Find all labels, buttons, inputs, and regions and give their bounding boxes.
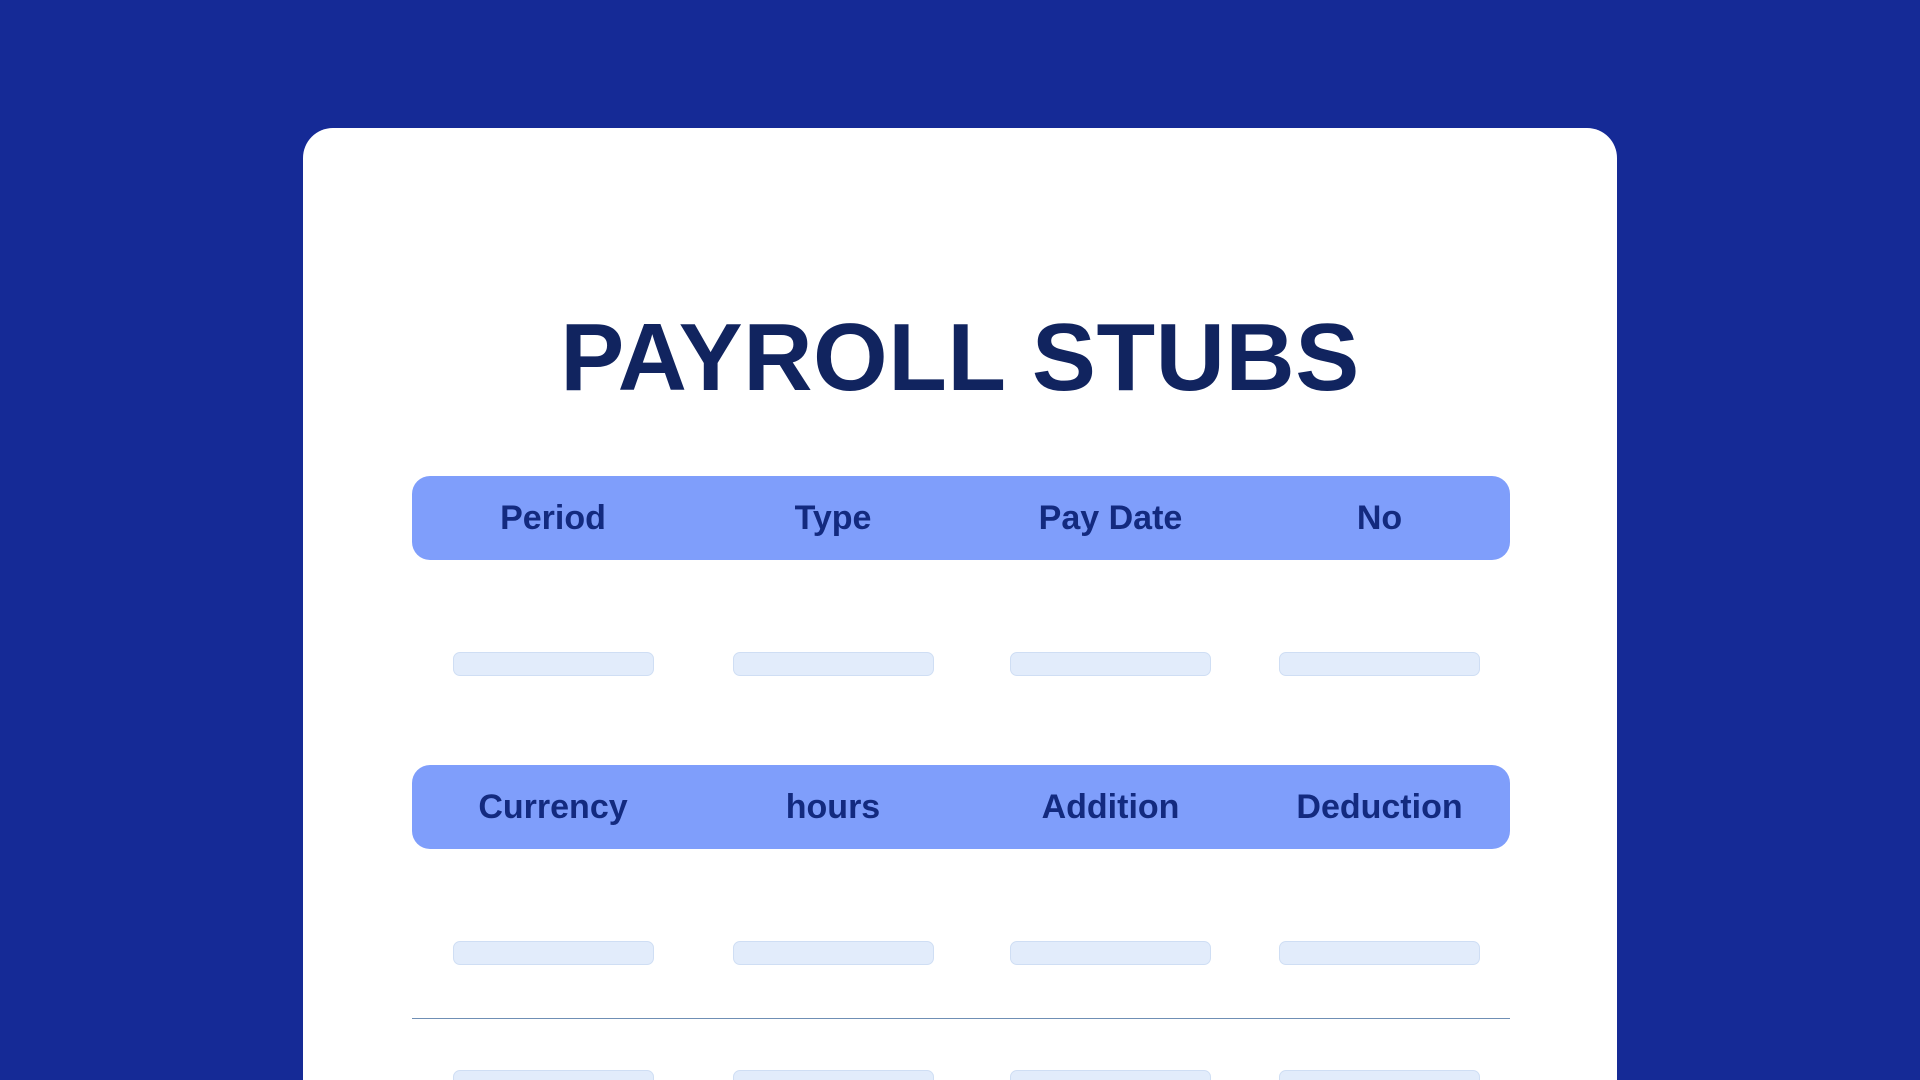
compensation-header-row: Currency hours Addition Deduction bbox=[412, 765, 1510, 849]
currency-field-cell bbox=[412, 941, 694, 965]
currency-input[interactable] bbox=[452, 941, 654, 965]
compensation-input-row bbox=[412, 941, 1510, 971]
payroll-document-card: PAYROLL STUBS Period Type Pay Date No Cu… bbox=[303, 128, 1617, 1080]
column-header-hours: hours bbox=[785, 787, 881, 826]
page-title: PAYROLL STUBS bbox=[560, 304, 1360, 411]
column-header-addition: Addition bbox=[1041, 787, 1180, 826]
continuation-field-cell-1 bbox=[412, 1070, 694, 1080]
continuation-input-4[interactable] bbox=[1279, 1070, 1480, 1080]
column-header-no: No bbox=[1356, 498, 1403, 537]
pay-date-input[interactable] bbox=[1010, 652, 1211, 676]
deduction-field-cell bbox=[1249, 941, 1510, 965]
column-header-currency: Currency bbox=[478, 787, 628, 826]
column-header-period: Period bbox=[500, 498, 606, 537]
hours-input[interactable] bbox=[732, 941, 934, 965]
section-divider bbox=[412, 1018, 1510, 1019]
type-field-cell bbox=[694, 652, 972, 676]
deduction-input[interactable] bbox=[1279, 941, 1480, 965]
continuation-input-3[interactable] bbox=[1010, 1070, 1211, 1080]
period-input[interactable] bbox=[452, 652, 654, 676]
period-field-cell bbox=[412, 652, 694, 676]
payroll-identification-section: Period Type Pay Date No bbox=[412, 476, 1510, 682]
continuation-field-cell-3 bbox=[972, 1070, 1249, 1080]
identification-header-row: Period Type Pay Date No bbox=[412, 476, 1510, 560]
continuation-field-cell-4 bbox=[1249, 1070, 1510, 1080]
continuation-field-cell-2 bbox=[694, 1070, 972, 1080]
identification-input-row bbox=[412, 652, 1510, 682]
column-header-pay-date: Pay Date bbox=[1038, 498, 1183, 537]
no-field-cell bbox=[1249, 652, 1510, 676]
column-header-deduction: Deduction bbox=[1296, 787, 1463, 826]
addition-input[interactable] bbox=[1010, 941, 1211, 965]
continuation-input-2[interactable] bbox=[732, 1070, 934, 1080]
continuation-input-row bbox=[412, 1070, 1510, 1080]
type-input[interactable] bbox=[732, 652, 934, 676]
column-header-type: Type bbox=[794, 498, 872, 537]
addition-field-cell bbox=[972, 941, 1249, 965]
payroll-compensation-section: Currency hours Addition Deduction bbox=[412, 765, 1510, 971]
pay-date-field-cell bbox=[972, 652, 1249, 676]
no-input[interactable] bbox=[1279, 652, 1480, 676]
continuation-input-1[interactable] bbox=[452, 1070, 654, 1080]
hours-field-cell bbox=[694, 941, 972, 965]
payroll-continuation-section bbox=[412, 1070, 1510, 1080]
